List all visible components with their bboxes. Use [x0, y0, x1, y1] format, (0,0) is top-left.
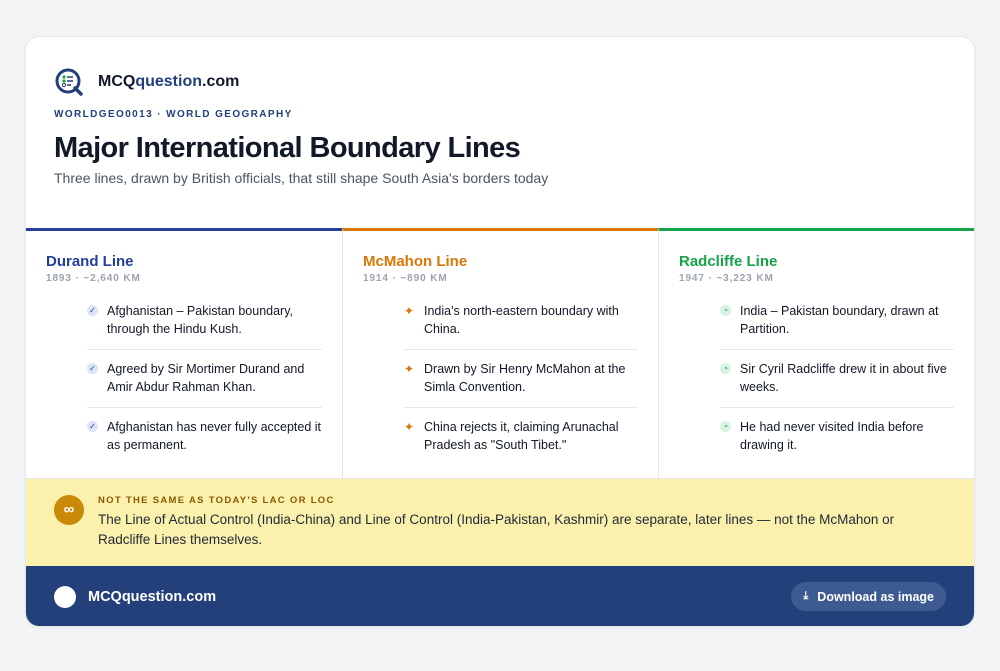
- download-icon: ⤓: [803, 590, 809, 602]
- list-item: ✓ Afghanistan – Pakistan boundary, throug…: [87, 302, 322, 350]
- kicker: WORLDGEO0013 · WORLD GEOGRAPHY: [54, 109, 293, 120]
- brand-name: MCQquestion.com: [98, 73, 240, 90]
- infographic-card: MCQquestion.com WORLDGEO0013 · WORLD GEO…: [25, 36, 975, 627]
- note-text: The Line of Actual Control (India-China)…: [98, 512, 895, 547]
- sparkle-icon: ✦: [404, 420, 415, 434]
- list-item: ✦ Drawn by Sir Henry McMahon at the Simla…: [404, 360, 638, 408]
- clock-icon: ◔: [720, 418, 740, 454]
- column-durand: Durand Line 1893 · ~2,640 KM ✓ Afghanista…: [26, 228, 342, 478]
- list-item: ✦ India's north-eastern boundary with Chi…: [404, 302, 638, 350]
- column-meta: 1893 · ~2,640 KM: [46, 273, 141, 284]
- column-title: McMahon Line: [363, 253, 468, 270]
- page-title: Major International Boundary Lines: [54, 132, 521, 164]
- column-meta: 1947 · ~3,223 KM: [679, 273, 774, 284]
- column-radcliffe: Radcliffe Line 1947 · ~3,223 KM ◔ India –…: [658, 228, 974, 478]
- list-item: ◔ He had never visited India before drawi…: [720, 418, 954, 465]
- note-body: NOT THE SAME AS TODAY'S LAC OR LOC The L…: [98, 495, 948, 566]
- download-label: Download as image: [817, 589, 934, 604]
- note-title: NOT THE SAME AS TODAY'S LAC OR LOC: [98, 495, 335, 506]
- download-image-button[interactable]: ⤓ Download as image: [791, 582, 946, 611]
- footer-logo-icon: [54, 585, 76, 608]
- boundary-columns: Durand Line 1893 · ~2,640 KM ✓ Afghanista…: [26, 228, 974, 479]
- column-mcmahon: McMahon Line 1914 · ~890 KM ✦ India's nor…: [342, 228, 658, 478]
- callout-note: ∞ NOT THE SAME AS TODAY'S LAC OR LOC The…: [26, 479, 974, 566]
- page-subtitle: Three lines, drawn by British officials,…: [54, 170, 549, 186]
- list-item: ◔ India – Pakistan boundary, drawn at Par…: [720, 302, 954, 350]
- column-title: Radcliffe Line: [679, 253, 778, 270]
- fact-list: ✓ Afghanistan – Pakistan boundary, throug…: [87, 302, 322, 465]
- sparkle-icon: ✦: [404, 362, 415, 376]
- check-circle-icon: ✓: [87, 302, 107, 338]
- column-title: Durand Line: [46, 253, 134, 270]
- list-item: ✦ China rejects it, claiming Arunachal Pr…: [404, 420, 619, 452]
- brand[interactable]: MCQquestion.com: [54, 67, 946, 97]
- list-item: ◔ Sir Cyril Radcliffe drew it in about fi…: [720, 360, 954, 408]
- column-meta: 1914 · ~890 KM: [363, 273, 448, 284]
- mcq-logo-icon: [55, 68, 83, 96]
- clock-icon: ◔: [720, 360, 740, 396]
- infinity-icon: ∞: [54, 495, 84, 525]
- header: MCQquestion.com WORLDGEO0013 · WORLD GEO…: [26, 37, 974, 228]
- check-circle-icon: ✓: [87, 418, 107, 454]
- sparkle-icon: ✦: [404, 304, 415, 318]
- list-item: ✓ Agreed by Sir Mortimer Durand and Amir …: [87, 360, 322, 408]
- footer: MCQquestion.com ⤓ Download as image: [26, 566, 974, 626]
- fact-list: ◔ India – Pakistan boundary, drawn at Par…: [720, 302, 954, 465]
- clock-icon: ◔: [720, 302, 740, 338]
- fact-list: ✦ India's north-eastern boundary with Chi…: [404, 302, 638, 465]
- check-circle-icon: ✓: [87, 360, 107, 396]
- list-item: ✓ Afghanistan has never fully accepted it…: [87, 418, 322, 465]
- footer-brand-name: MCQquestion.com: [88, 588, 217, 605]
- footer-brand[interactable]: MCQquestion.com: [54, 585, 217, 608]
